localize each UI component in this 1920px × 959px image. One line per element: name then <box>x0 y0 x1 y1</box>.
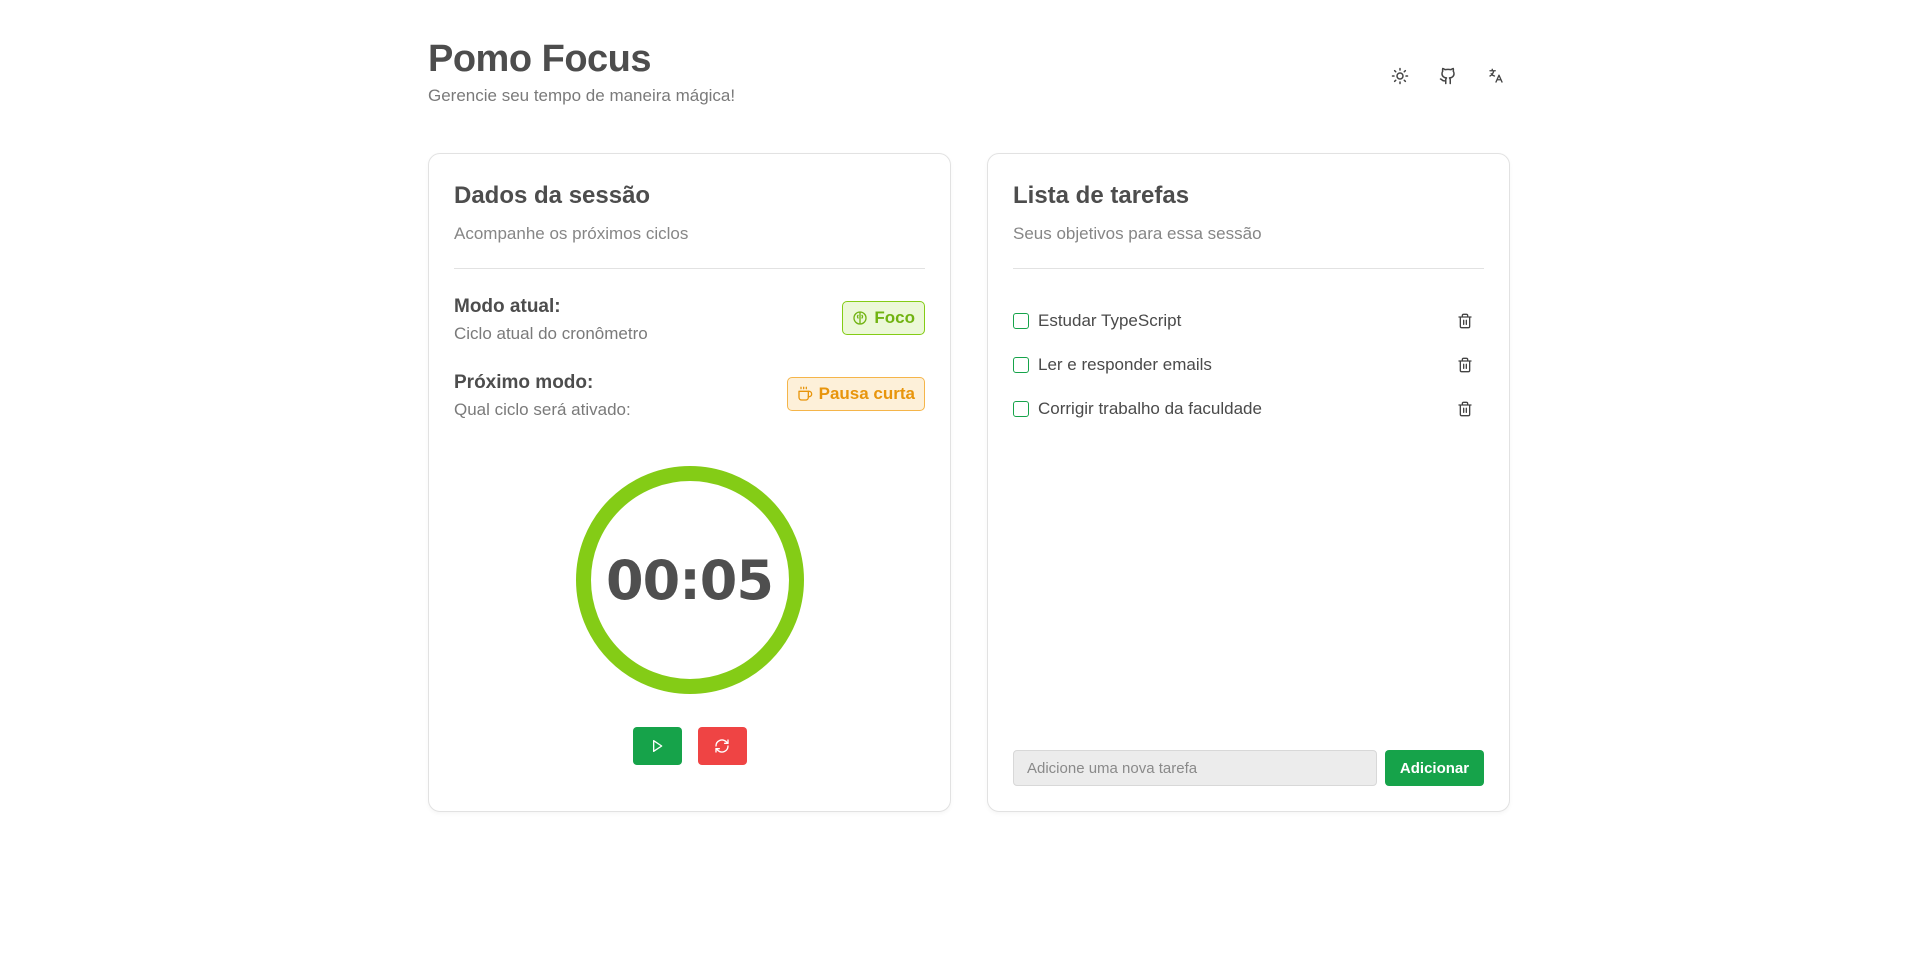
current-mode-description: Ciclo atual do cronômetro <box>454 324 648 343</box>
task-item: Estudar TypeScript <box>1013 299 1484 343</box>
timer-controls <box>429 727 950 765</box>
short-break-badge-label: Pausa curta <box>818 384 915 403</box>
tasks-title: Lista de tarefas <box>1013 182 1190 209</box>
next-mode-description: Qual ciclo será ativado: <box>454 400 631 419</box>
add-task-form: Adicionar <box>1013 750 1484 786</box>
task-checkbox[interactable] <box>1013 357 1029 373</box>
current-mode-label: Modo atual: <box>454 296 561 317</box>
play-button[interactable] <box>632 727 682 765</box>
delete-task-button[interactable] <box>1456 356 1474 374</box>
translate-icon <box>1489 68 1503 83</box>
language-toggle-button[interactable] <box>1482 62 1510 90</box>
trash-icon <box>1458 401 1472 417</box>
next-mode-row: Próximo modo: Qual ciclo será ativado: P… <box>454 372 925 420</box>
delete-task-button[interactable] <box>1456 400 1474 418</box>
task-list: Estudar TypeScript Ler e responder email… <box>1013 299 1484 431</box>
timer-ring: 00:05 <box>575 466 804 694</box>
task-item: Corrigir trabalho da faculdade <box>1013 387 1484 431</box>
trash-icon <box>1458 357 1472 373</box>
reset-button[interactable] <box>697 727 747 765</box>
github-link-button[interactable] <box>1434 62 1462 90</box>
current-mode-row: Modo atual: Ciclo atual do cronômetro Fo… <box>454 296 925 344</box>
add-task-button[interactable]: Adicionar <box>1385 750 1484 786</box>
sun-icon <box>1391 67 1409 85</box>
task-checkbox[interactable] <box>1013 313 1029 329</box>
tasks-subtitle: Seus objetivos para essa sessão <box>1013 224 1262 243</box>
header-actions <box>1386 62 1510 90</box>
task-label: Ler e responder emails <box>1038 355 1212 374</box>
divider <box>454 268 925 269</box>
task-item: Ler e responder emails <box>1013 343 1484 387</box>
app-subtitle: Gerencie seu tempo de maneira mágica! <box>428 86 736 105</box>
theme-toggle-button[interactable] <box>1386 62 1414 90</box>
app-title: Pomo Focus <box>428 38 652 80</box>
timer-container: 00:05 <box>429 466 950 694</box>
session-subtitle: Acompanhe os próximos ciclos <box>454 224 689 243</box>
brain-icon <box>853 311 868 325</box>
timer-display: 00:05 <box>606 548 774 612</box>
trash-icon <box>1458 313 1472 329</box>
short-break-badge: Pausa curta <box>786 377 925 411</box>
task-label: Corrigir trabalho da faculdade <box>1038 399 1262 418</box>
refresh-icon <box>715 739 729 753</box>
divider <box>1013 268 1484 269</box>
focus-badge: Foco <box>842 301 925 335</box>
app-header: Pomo Focus Gerencie seu tempo de maneira… <box>428 40 1510 110</box>
github-icon <box>1439 67 1455 85</box>
play-icon <box>653 740 663 752</box>
focus-badge-label: Foco <box>874 308 915 327</box>
session-title: Dados da sessão <box>454 182 651 209</box>
new-task-input[interactable] <box>1013 750 1377 786</box>
task-checkbox[interactable] <box>1013 401 1029 417</box>
session-card: Dados da sessão Acompanhe os próximos ci… <box>428 153 951 812</box>
next-mode-label: Próximo modo: <box>454 372 594 393</box>
coffee-icon <box>797 386 812 401</box>
tasks-card: Lista de tarefas Seus objetivos para ess… <box>987 153 1510 812</box>
delete-task-button[interactable] <box>1456 312 1474 330</box>
task-label: Estudar TypeScript <box>1038 311 1182 330</box>
